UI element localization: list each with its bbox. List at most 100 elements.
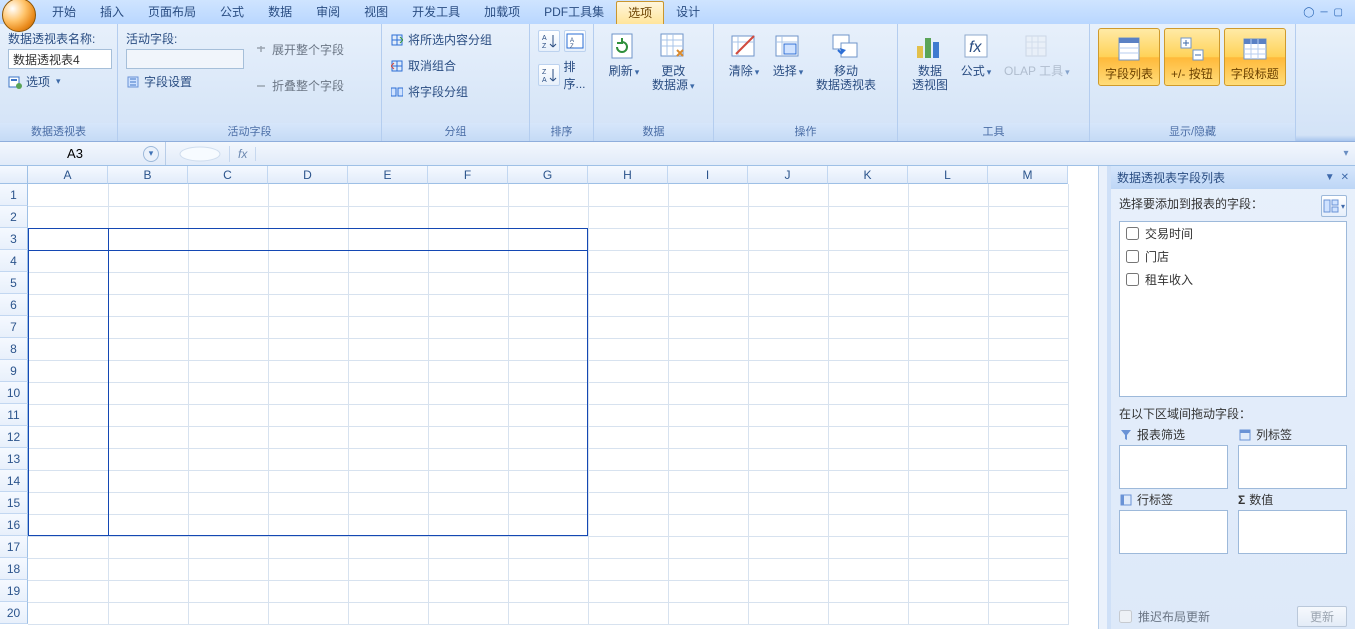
cell[interactable] — [268, 184, 348, 206]
clear-button[interactable]: 清除 — [722, 30, 766, 79]
select-all-button[interactable] — [0, 166, 28, 184]
cell[interactable] — [988, 470, 1068, 492]
cell[interactable] — [828, 558, 908, 580]
window-controls-icon[interactable]: ▢ — [1334, 7, 1343, 18]
cell[interactable] — [748, 404, 828, 426]
cell[interactable] — [748, 536, 828, 558]
cell[interactable] — [908, 404, 988, 426]
cell[interactable] — [588, 316, 668, 338]
cell[interactable] — [668, 360, 748, 382]
cell[interactable] — [828, 514, 908, 536]
column-header[interactable]: F — [428, 166, 508, 184]
cell[interactable] — [988, 228, 1068, 250]
cell[interactable] — [828, 492, 908, 514]
cell[interactable] — [268, 558, 348, 580]
row-header[interactable]: 13 — [0, 448, 28, 470]
cell[interactable] — [988, 536, 1068, 558]
cell[interactable] — [268, 602, 348, 624]
cell[interactable] — [668, 206, 748, 228]
cell[interactable] — [588, 426, 668, 448]
cell[interactable] — [988, 184, 1068, 206]
column-header[interactable]: M — [988, 166, 1068, 184]
tab-review[interactable]: 审阅 — [304, 0, 352, 24]
field-checkbox[interactable] — [1126, 250, 1139, 263]
cell[interactable] — [508, 184, 588, 206]
cell[interactable] — [668, 536, 748, 558]
cell[interactable] — [908, 514, 988, 536]
cell[interactable] — [988, 426, 1068, 448]
cell[interactable] — [348, 536, 428, 558]
cell[interactable] — [908, 316, 988, 338]
cell[interactable] — [668, 228, 748, 250]
pane-close-icon[interactable]: ✕ — [1341, 172, 1349, 183]
column-header[interactable]: J — [748, 166, 828, 184]
cell[interactable] — [908, 426, 988, 448]
cell[interactable] — [828, 580, 908, 602]
cell[interactable] — [588, 294, 668, 316]
cell[interactable] — [668, 558, 748, 580]
column-header[interactable]: B — [108, 166, 188, 184]
cell[interactable] — [588, 228, 668, 250]
cell[interactable] — [828, 250, 908, 272]
row-header[interactable]: 12 — [0, 426, 28, 448]
field-settings-button[interactable]: 字段设置 — [126, 73, 254, 90]
cell[interactable] — [748, 250, 828, 272]
cell[interactable] — [28, 602, 108, 624]
pivotchart-button[interactable]: 数据 透视图 — [906, 30, 954, 92]
cell[interactable] — [828, 316, 908, 338]
column-header[interactable]: L — [908, 166, 988, 184]
cell[interactable] — [428, 580, 508, 602]
cell[interactable] — [748, 228, 828, 250]
column-header[interactable]: D — [268, 166, 348, 184]
cell[interactable] — [828, 272, 908, 294]
cell[interactable] — [108, 580, 188, 602]
field-item[interactable]: 交易时间 — [1120, 222, 1346, 245]
cell[interactable] — [988, 338, 1068, 360]
column-header[interactable]: A — [28, 166, 108, 184]
cell[interactable] — [828, 360, 908, 382]
cell[interactable] — [748, 448, 828, 470]
row-header[interactable]: 8 — [0, 338, 28, 360]
cell[interactable] — [588, 272, 668, 294]
cell[interactable] — [108, 536, 188, 558]
column-header[interactable]: E — [348, 166, 428, 184]
cell[interactable] — [188, 580, 268, 602]
fieldlist-toggle[interactable]: 字段列表 — [1098, 28, 1160, 86]
cell[interactable] — [668, 448, 748, 470]
cell[interactable] — [188, 206, 268, 228]
column-headers[interactable]: ABCDEFGHIJKLM — [28, 166, 1098, 184]
cell[interactable] — [988, 206, 1068, 228]
cell[interactable] — [668, 338, 748, 360]
field-item[interactable]: 租车收入 — [1120, 268, 1346, 291]
cell[interactable] — [588, 360, 668, 382]
cell[interactable] — [828, 602, 908, 624]
cell[interactable] — [828, 338, 908, 360]
row-header[interactable]: 18 — [0, 558, 28, 580]
cell[interactable] — [908, 184, 988, 206]
row-header[interactable]: 14 — [0, 470, 28, 492]
cell[interactable] — [428, 558, 508, 580]
cell[interactable] — [588, 536, 668, 558]
area-filter-dropzone[interactable] — [1119, 445, 1228, 489]
active-field-input[interactable] — [126, 49, 244, 69]
cell[interactable] — [748, 184, 828, 206]
update-button[interactable]: 更新 — [1297, 606, 1347, 627]
move-pivot-button[interactable]: 移动 数据透视表 — [810, 30, 882, 92]
cell[interactable] — [668, 382, 748, 404]
cell[interactable] — [908, 536, 988, 558]
cell[interactable] — [828, 448, 908, 470]
cell[interactable] — [668, 492, 748, 514]
cell[interactable] — [748, 426, 828, 448]
row-header[interactable]: 9 — [0, 360, 28, 382]
cell[interactable] — [988, 272, 1068, 294]
formula-bar-expand-icon[interactable]: ▾ — [1337, 148, 1355, 159]
cell[interactable] — [348, 184, 428, 206]
cell[interactable] — [908, 206, 988, 228]
sort-label[interactable]: 排序... — [564, 58, 586, 92]
tab-insert[interactable]: 插入 — [88, 0, 136, 24]
name-box-input[interactable] — [0, 146, 120, 161]
cell[interactable] — [988, 580, 1068, 602]
ungroup-button[interactable]: 取消组合 — [390, 56, 492, 76]
cell[interactable] — [588, 206, 668, 228]
cell[interactable] — [908, 580, 988, 602]
